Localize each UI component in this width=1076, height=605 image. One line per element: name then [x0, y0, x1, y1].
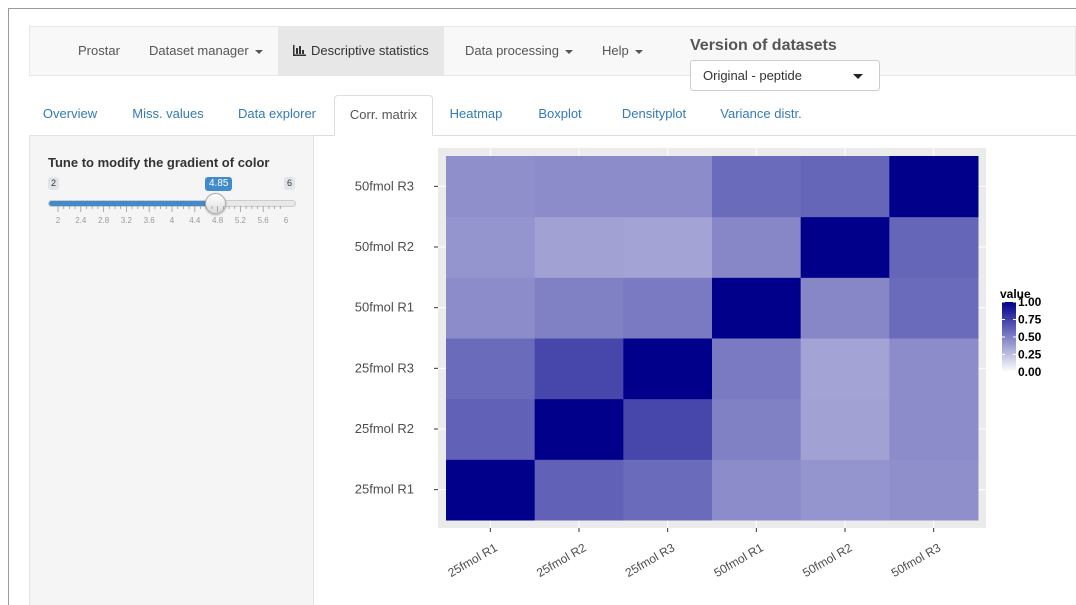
slider-grid-label: 6 — [284, 216, 289, 225]
y-tick-label: 50fmol R2 — [355, 239, 414, 254]
slider-grid-label: 4 — [170, 216, 175, 225]
y-tick-label: 25fmol R3 — [355, 360, 414, 375]
sidebar-panel: Tune to modify the gradient of color 2 6… — [29, 135, 314, 605]
heatmap-cell — [712, 216, 802, 278]
tab-miss-values[interactable]: Miss. values — [117, 95, 219, 135]
legend-label: 0.25 — [1018, 348, 1042, 362]
heatmap-cell — [534, 216, 624, 278]
tab-heatmap[interactable]: Heatmap — [439, 95, 513, 135]
slider-grid-label: 4.4 — [189, 216, 201, 225]
heatmap-cell — [446, 459, 536, 521]
x-tick-label: 50fmol R2 — [800, 540, 855, 580]
heatmap-cell — [623, 216, 713, 278]
slider-grid-label: 5.6 — [258, 216, 270, 225]
heatmap-cell — [800, 216, 890, 278]
y-tick-label: 50fmol R1 — [355, 300, 414, 315]
nav-prostar[interactable]: Prostar — [78, 27, 120, 75]
slider-grid-label: 2.4 — [75, 216, 87, 225]
slider-grid: 2 2.4 2.8 3.2 3.6 4 4.4 4.8 5.2 5.6 6 — [56, 206, 289, 225]
bar-chart-icon — [293, 45, 306, 56]
heatmap-cell — [623, 459, 713, 521]
slider-grid-label: 5.2 — [235, 216, 247, 225]
nav-help[interactable]: Help — [602, 27, 643, 75]
slider-grid-label: 3.6 — [144, 216, 156, 225]
heatmap-cell — [534, 398, 624, 460]
heatmap-cell — [712, 338, 802, 400]
heatmap-svg: 25fmol R1 25fmol R2 25fmol R3 50fmol R1 50fm… — [355, 148, 1042, 580]
version-title: Version of datasets — [690, 37, 837, 54]
heatmap-cell — [534, 459, 624, 521]
slider-min-label: 2 — [48, 177, 60, 190]
legend-label: 0.75 — [1018, 313, 1042, 327]
tab-densityplot[interactable]: Densityplot — [607, 95, 701, 135]
y-tick-label: 50fmol R3 — [355, 178, 414, 193]
heatmap-cell — [800, 459, 890, 521]
slider-value-label: 4.85 — [205, 177, 233, 191]
top-navbar: Prostar Dataset manager Descriptive stat… — [29, 26, 1076, 76]
tab-bar: Overview Miss. values Data explorer Corr… — [29, 95, 1076, 136]
legend-label: 0.50 — [1018, 330, 1042, 344]
tab-data-explorer[interactable]: Data explorer — [224, 95, 330, 135]
nav-data-processing[interactable]: Data processing — [465, 27, 573, 75]
heatmap-cell — [446, 398, 536, 460]
tab-boxplot[interactable]: Boxplot — [523, 95, 597, 135]
heatmap-cell — [446, 277, 536, 339]
heatmap-cell — [534, 156, 624, 218]
heatmap-cell — [889, 277, 979, 339]
heatmap-cell — [889, 459, 979, 521]
heatmap-cell — [712, 459, 802, 521]
chevron-down-icon — [564, 49, 573, 54]
x-tick-label: 50fmol R1 — [711, 540, 766, 580]
x-tick-label: 25fmol R1 — [445, 540, 500, 580]
x-tick-label: 25fmol R2 — [534, 540, 589, 580]
slider-max-label: 6 — [284, 177, 296, 190]
slider-grid-label: 3.2 — [121, 216, 133, 225]
chevron-down-icon — [254, 49, 263, 54]
heatmap-cell — [623, 277, 713, 339]
x-tick-label: 25fmol R3 — [623, 540, 678, 580]
heatmap-cell — [889, 398, 979, 460]
heatmap-cell — [889, 338, 979, 400]
heatmap-cell — [712, 277, 802, 339]
x-tick-label: 50fmol R3 — [889, 540, 944, 580]
heatmap-cell — [623, 398, 713, 460]
y-tick-label: 25fmol R2 — [355, 421, 414, 436]
correlation-heatmap: 25fmol R1 25fmol R2 25fmol R3 50fmol R1 50fm… — [320, 140, 1076, 605]
heatmap-cell — [889, 216, 979, 278]
slider-grid-label: 4.8 — [212, 216, 224, 225]
heatmap-cell — [534, 277, 624, 339]
legend-label: 0.00 — [1018, 365, 1042, 379]
heatmap-cell — [800, 398, 890, 460]
heatmap-cell — [446, 338, 536, 400]
tab-overview[interactable]: Overview — [29, 95, 111, 135]
slider-grid-label: 2.8 — [98, 216, 110, 225]
version-select-value: Original - peptide — [703, 68, 802, 83]
heatmap-cell — [889, 156, 979, 218]
y-tick-label: 25fmol R1 — [355, 482, 414, 497]
heatmap-cell — [800, 156, 890, 218]
chevron-down-icon — [853, 74, 863, 79]
heatmap-cell — [623, 338, 713, 400]
tab-corr-matrix[interactable]: Corr. matrix — [334, 95, 433, 136]
heatmap-cell — [623, 156, 713, 218]
version-select[interactable]: Original - peptide — [690, 60, 880, 91]
slider-grid-label: 2 — [56, 216, 61, 225]
heatmap-cell — [446, 156, 536, 218]
slider-label: Tune to modify the gradient of color — [48, 155, 270, 170]
tab-variance-distr[interactable]: Variance distr. — [705, 95, 817, 135]
heatmap-cell — [800, 338, 890, 400]
heatmap-cell — [534, 338, 624, 400]
heatmap-cell — [712, 156, 802, 218]
nav-dataset-manager[interactable]: Dataset manager — [149, 27, 263, 75]
chevron-down-icon — [634, 49, 643, 54]
nav-descriptive-statistics[interactable]: Descriptive statistics — [278, 27, 444, 75]
legend-label: 1.00 — [1018, 295, 1042, 309]
heatmap-cell — [446, 216, 536, 278]
heatmap-cell — [800, 277, 890, 339]
heatmap-cell — [712, 398, 802, 460]
